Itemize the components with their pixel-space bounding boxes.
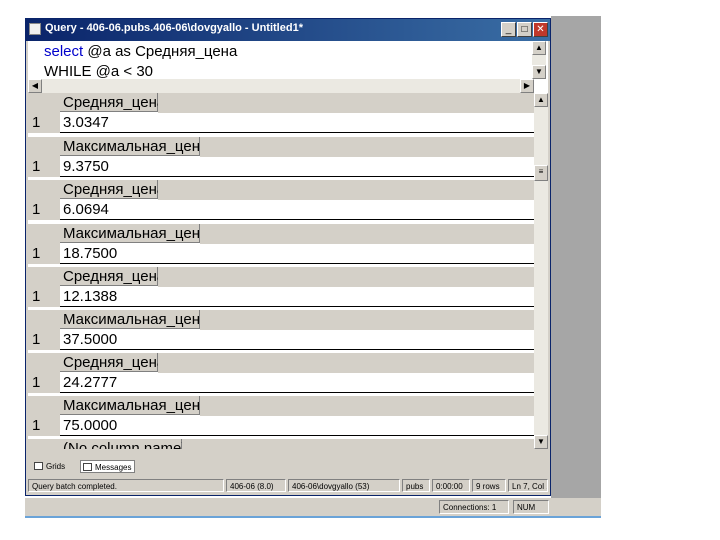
result-value-row: 1 6.0694 [28, 200, 534, 220]
result-cell[interactable]: 18.7500 [60, 244, 534, 264]
sql-line-1-text: @a as Средняя_цена [83, 43, 238, 60]
sql-line-1: select @a as Средняя_цена [44, 43, 237, 60]
scroll-down-arrow-icon[interactable]: ▼ [534, 435, 548, 449]
app-status-bar: Connections: 1 NUM [25, 498, 601, 516]
window-title: Query - 406-06.pubs.406-06\dovgyallo - U… [45, 22, 303, 34]
grid-icon [34, 462, 43, 470]
column-header[interactable]: (No column name) [60, 439, 186, 449]
maximize-button[interactable]: □ [517, 22, 532, 37]
result-header-row: Средняя_цена [28, 267, 534, 287]
row-number: 1 [28, 287, 60, 307]
result-header-row: Средняя_цена [28, 353, 534, 373]
status-position: Ln 7, Col 13 [508, 479, 548, 492]
close-button[interactable]: ✕ [533, 22, 548, 37]
results-vertical-scrollbar[interactable]: ▲ ≡ ▼ [534, 93, 548, 449]
result-header-row: Максимальная_цена [28, 396, 534, 416]
tab-messages-label: Messages [95, 463, 132, 472]
row-number: 1 [28, 373, 60, 393]
result-value-row: 1 3.0347 [28, 113, 534, 133]
scrollbar-thumb[interactable]: ≡ [534, 165, 548, 181]
status-rows: 9 rows [472, 479, 506, 492]
status-elapsed: 0:00:00 [432, 479, 470, 492]
result-value-row: 1 37.5000 [28, 330, 534, 350]
status-user: 406-06\dovgyallo (53) [288, 479, 400, 492]
result-cell[interactable]: 12.1388 [60, 287, 534, 307]
scroll-up-arrow-icon[interactable]: ▲ [534, 93, 548, 107]
editor-horizontal-scrollbar[interactable]: ◀ ▶ [28, 79, 534, 93]
result-value-row: 1 12.1388 [28, 287, 534, 307]
result-value-row: 1 18.7500 [28, 244, 534, 264]
result-header-row: Максимальная_цена [28, 224, 534, 244]
results-grid[interactable]: Средняя_цена 1 3.0347 Максимальная_цена … [28, 93, 534, 449]
column-header[interactable]: Средняя_цена [60, 180, 165, 199]
scroll-up-arrow-icon[interactable]: ▲ [532, 41, 546, 55]
column-header[interactable]: Максимальная_цена [60, 396, 208, 415]
tab-messages[interactable]: Messages [80, 460, 136, 473]
result-cell[interactable]: 6.0694 [60, 200, 534, 220]
tab-grids-label: Grids [46, 462, 66, 471]
scroll-down-arrow-icon[interactable]: ▼ [532, 65, 546, 79]
scroll-left-arrow-icon[interactable]: ◀ [28, 79, 42, 93]
row-number: 1 [28, 244, 60, 264]
result-header-row: Средняя_цена [28, 180, 534, 200]
title-bar[interactable]: Query - 406-06.pubs.406-06\dovgyallo - U… [26, 19, 550, 41]
column-header[interactable]: Средняя_цена [60, 93, 165, 112]
column-header[interactable]: Средняя_цена [60, 353, 165, 372]
status-connections: Connections: 1 [439, 500, 509, 514]
status-server: 406-06 (8.0) [226, 479, 286, 492]
editor-vertical-scrollbar[interactable]: ▲ ▼ [532, 41, 546, 79]
row-number: 1 [28, 416, 60, 436]
result-header-row: Максимальная_цена [28, 137, 534, 157]
column-header[interactable]: Средняя_цена [60, 267, 165, 286]
result-header-row: Средняя_цена [28, 93, 534, 113]
result-cell[interactable]: 9.3750 [60, 157, 534, 177]
query-window-icon [29, 23, 41, 35]
minimize-button[interactable]: _ [501, 22, 516, 37]
results-tab-strip: Grids Messages [28, 459, 548, 475]
column-header[interactable]: Максимальная_цена [60, 224, 208, 243]
result-cell[interactable]: 24.2777 [60, 373, 534, 393]
result-value-row: 1 75.0000 [28, 416, 534, 436]
row-number: 1 [28, 113, 60, 133]
result-header-row: Максимальная_цена [28, 310, 534, 330]
result-cell[interactable]: 75.0000 [60, 416, 534, 436]
query-status-bar: Query batch completed. 406-06 (8.0) 406-… [28, 478, 548, 493]
row-number: 1 [28, 157, 60, 177]
background-panel [551, 16, 601, 516]
status-message: Query batch completed. [28, 479, 224, 492]
column-header[interactable]: Максимальная_цена [60, 137, 208, 156]
app-bottom-border [25, 516, 601, 518]
tab-grids[interactable]: Grids [32, 460, 68, 473]
result-value-row: 1 24.2777 [28, 373, 534, 393]
column-header[interactable]: Максимальная_цена [60, 310, 208, 329]
sql-line-2: WHILE @a < 30 [44, 63, 154, 80]
row-number: 1 [28, 330, 60, 350]
row-number: 1 [28, 200, 60, 220]
result-value-row: 1 9.3750 [28, 157, 534, 177]
sql-keyword: select [44, 43, 84, 60]
result-cell[interactable]: 37.5000 [60, 330, 534, 350]
messages-icon [83, 463, 92, 471]
status-database: pubs [402, 479, 430, 492]
query-window: Query - 406-06.pubs.406-06\dovgyallo - U… [25, 18, 551, 496]
result-cell[interactable]: 3.0347 [60, 113, 534, 133]
scroll-right-arrow-icon[interactable]: ▶ [520, 79, 534, 93]
result-header-row: (No column name) [28, 439, 534, 449]
status-num-lock: NUM [513, 500, 549, 514]
